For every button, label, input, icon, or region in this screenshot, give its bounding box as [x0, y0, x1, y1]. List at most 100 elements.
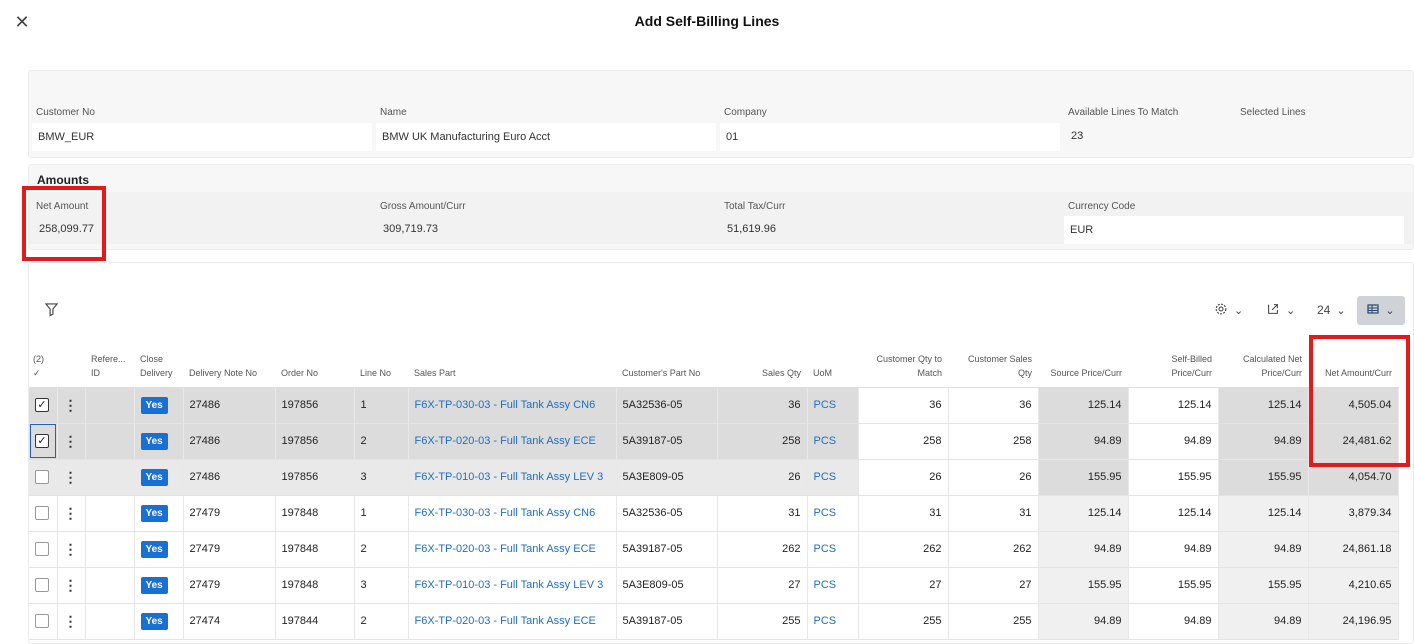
customer-sales-qty-cell[interactable]: 36 [948, 387, 1039, 424]
select-cell[interactable] [29, 495, 58, 532]
row-checkbox[interactable] [35, 470, 49, 484]
self-billed-price-cell[interactable]: 125.14 [1128, 387, 1219, 424]
table-row[interactable]: ⋮ Yes 27479 197848 3 F6X-TP-010-03 - Full Tan… [29, 567, 1399, 604]
row-checkbox[interactable] [35, 542, 49, 556]
more-options-icon[interactable]: ⋮ [64, 613, 78, 629]
column-header-self-billed-price[interactable]: Self-Billed Price/Curr [1128, 343, 1218, 388]
chevron-down-icon: ⌄ [1234, 304, 1244, 317]
column-header-sales-qty[interactable]: Sales Qty [717, 343, 807, 388]
sales-part-link[interactable]: F6X-TP-010-03 - Full Tank Assy LEV 3 [408, 567, 617, 604]
row-actions-cell[interactable]: ⋮ [57, 495, 86, 532]
column-header-customer-qty-to-match[interactable]: Customer Qty to Match [858, 343, 948, 388]
actions-header [57, 343, 85, 388]
customer-sales-qty-cell[interactable]: 31 [948, 495, 1039, 532]
self-billed-price-cell[interactable]: 94.89 [1128, 423, 1219, 460]
column-header-uom[interactable]: UoM [807, 343, 858, 388]
customer-qty-to-match-cell[interactable]: 26 [858, 459, 949, 496]
sales-part-link[interactable]: F6X-TP-030-03 - Full Tank Assy CN6 [408, 387, 617, 424]
select-cell[interactable] [29, 567, 58, 604]
name-field[interactable]: BMW UK Manufacturing Euro Acct [376, 123, 716, 151]
customer-sales-qty-cell[interactable]: 255 [948, 603, 1039, 640]
uom-link[interactable]: PCS [807, 459, 859, 496]
table-row[interactable]: ⋮ Yes 27474 197844 2 F6X-TP-020-03 - Full Tan… [29, 603, 1399, 640]
self-billed-price-cell[interactable]: 94.89 [1128, 531, 1219, 568]
line-no-cell: 2 [354, 603, 409, 640]
column-header-customer-sales-qty[interactable]: Customer Sales Qty [948, 343, 1038, 388]
customer-qty-to-match-cell[interactable]: 27 [858, 567, 949, 604]
currency-code-field[interactable]: EUR [1064, 216, 1404, 244]
customer-qty-to-match-cell[interactable]: 258 [858, 423, 949, 460]
select-cell[interactable] [29, 531, 58, 568]
sales-part-link[interactable]: F6X-TP-010-03 - Full Tank Assy LEV 3 [408, 459, 617, 496]
row-actions-cell[interactable]: ⋮ [57, 603, 86, 640]
column-header-source-price[interactable]: Source Price/Curr [1038, 343, 1128, 388]
customer-sales-qty-cell[interactable]: 27 [948, 567, 1039, 604]
column-header-line-no[interactable]: Line No [354, 343, 408, 388]
column-header-delivery-note-no[interactable]: Delivery Note No [183, 343, 275, 388]
calculated-net-price-cell: 155.95 [1218, 459, 1309, 496]
select-cell[interactable]: ✓ [29, 387, 58, 424]
company-field[interactable]: 01 [720, 123, 1060, 151]
settings-menu-button[interactable]: ⌄ [1214, 296, 1243, 324]
select-cell[interactable] [29, 603, 58, 640]
sales-part-link[interactable]: F6X-TP-030-03 - Full Tank Assy CN6 [408, 495, 617, 532]
customer-qty-to-match-cell[interactable]: 255 [858, 603, 949, 640]
customer-qty-to-match-cell[interactable]: 36 [858, 387, 949, 424]
customer-qty-to-match-cell[interactable]: 31 [858, 495, 949, 532]
more-options-icon[interactable]: ⋮ [64, 505, 78, 521]
row-checkbox[interactable] [35, 578, 49, 592]
row-checkbox[interactable] [35, 506, 49, 520]
row-actions-cell[interactable]: ⋮ [57, 531, 86, 568]
table-view-button[interactable]: ⌄ [1357, 296, 1405, 325]
row-actions-cell[interactable]: ⋮ [57, 459, 86, 496]
row-actions-cell[interactable]: ⋮ [57, 567, 86, 604]
table-row[interactable]: ⋮ Yes 27479 197848 1 F6X-TP-030-03 - Full Tan… [29, 495, 1399, 532]
row-checkbox[interactable]: ✓ [35, 398, 49, 412]
more-options-icon[interactable]: ⋮ [64, 541, 78, 557]
row-checkbox[interactable] [35, 614, 49, 628]
uom-link[interactable]: PCS [807, 567, 859, 604]
more-options-icon[interactable]: ⋮ [64, 433, 78, 449]
uom-link[interactable]: PCS [807, 423, 859, 460]
customer-sales-qty-cell[interactable]: 26 [948, 459, 1039, 496]
table-row[interactable]: ✓ ⋮ Yes 27486 197856 1 F6X-TP-030-03 - Full Ta… [29, 387, 1399, 424]
uom-link[interactable]: PCS [807, 531, 859, 568]
customer-qty-to-match-cell[interactable]: 262 [858, 531, 949, 568]
uom-link[interactable]: PCS [807, 495, 859, 532]
customer-sales-qty-cell[interactable]: 258 [948, 423, 1039, 460]
uom-link[interactable]: PCS [807, 603, 859, 640]
more-options-icon[interactable]: ⋮ [64, 469, 78, 485]
select-cell[interactable]: ✓ [29, 423, 58, 460]
self-billed-price-cell[interactable]: 155.95 [1128, 567, 1219, 604]
column-header-order-no[interactable]: Order No [275, 343, 354, 388]
customer-no-field[interactable]: BMW_EUR [32, 123, 372, 151]
column-header-calculated-net-price[interactable]: Calculated Net Price/Curr [1218, 343, 1308, 388]
sales-part-link[interactable]: F6X-TP-020-03 - Full Tank Assy ECE [408, 531, 617, 568]
sales-part-link[interactable]: F6X-TP-020-03 - Full Tank Assy ECE [408, 423, 617, 460]
export-menu-button[interactable]: ⌄ [1266, 296, 1295, 324]
uom-link[interactable]: PCS [807, 387, 859, 424]
page-size-selector[interactable]: 24 ⌄ [1317, 296, 1346, 324]
row-checkbox[interactable]: ✓ [35, 434, 49, 448]
table-row[interactable]: ✓ ⋮ Yes 27486 197856 2 F6X-TP-020-03 - Full Ta… [29, 423, 1399, 460]
delivery-note-no-cell: 27479 [183, 567, 276, 604]
column-header-close-delivery[interactable]: Close Delivery [134, 343, 183, 388]
column-header-sales-part[interactable]: Sales Part [408, 343, 616, 388]
more-options-icon[interactable]: ⋮ [64, 397, 78, 413]
table-row[interactable]: ⋮ Yes 27486 197856 3 F6X-TP-010-03 - Full Tan… [29, 459, 1399, 496]
more-options-icon[interactable]: ⋮ [64, 577, 78, 593]
row-actions-cell[interactable]: ⋮ [57, 423, 86, 460]
amounts-section-title: Amounts [37, 173, 89, 187]
self-billed-price-cell[interactable]: 155.95 [1128, 459, 1219, 496]
sales-part-link[interactable]: F6X-TP-020-03 - Full Tank Assy ECE [408, 603, 617, 640]
customer-sales-qty-cell[interactable]: 262 [948, 531, 1039, 568]
select-all-header[interactable]: (2) ✓ [29, 343, 57, 388]
self-billed-price-cell[interactable]: 94.89 [1128, 603, 1219, 640]
table-row[interactable]: ⋮ Yes 27479 197848 2 F6X-TP-020-03 - Full Tan… [29, 531, 1399, 568]
row-actions-cell[interactable]: ⋮ [57, 387, 86, 424]
select-cell[interactable] [29, 459, 58, 496]
self-billed-price-cell[interactable]: 125.14 [1128, 495, 1219, 532]
column-header-reference-id[interactable]: Refere... ID [85, 343, 134, 388]
filter-icon[interactable] [44, 302, 59, 320]
column-header-customers-part-no[interactable]: Customer's Part No [616, 343, 717, 388]
